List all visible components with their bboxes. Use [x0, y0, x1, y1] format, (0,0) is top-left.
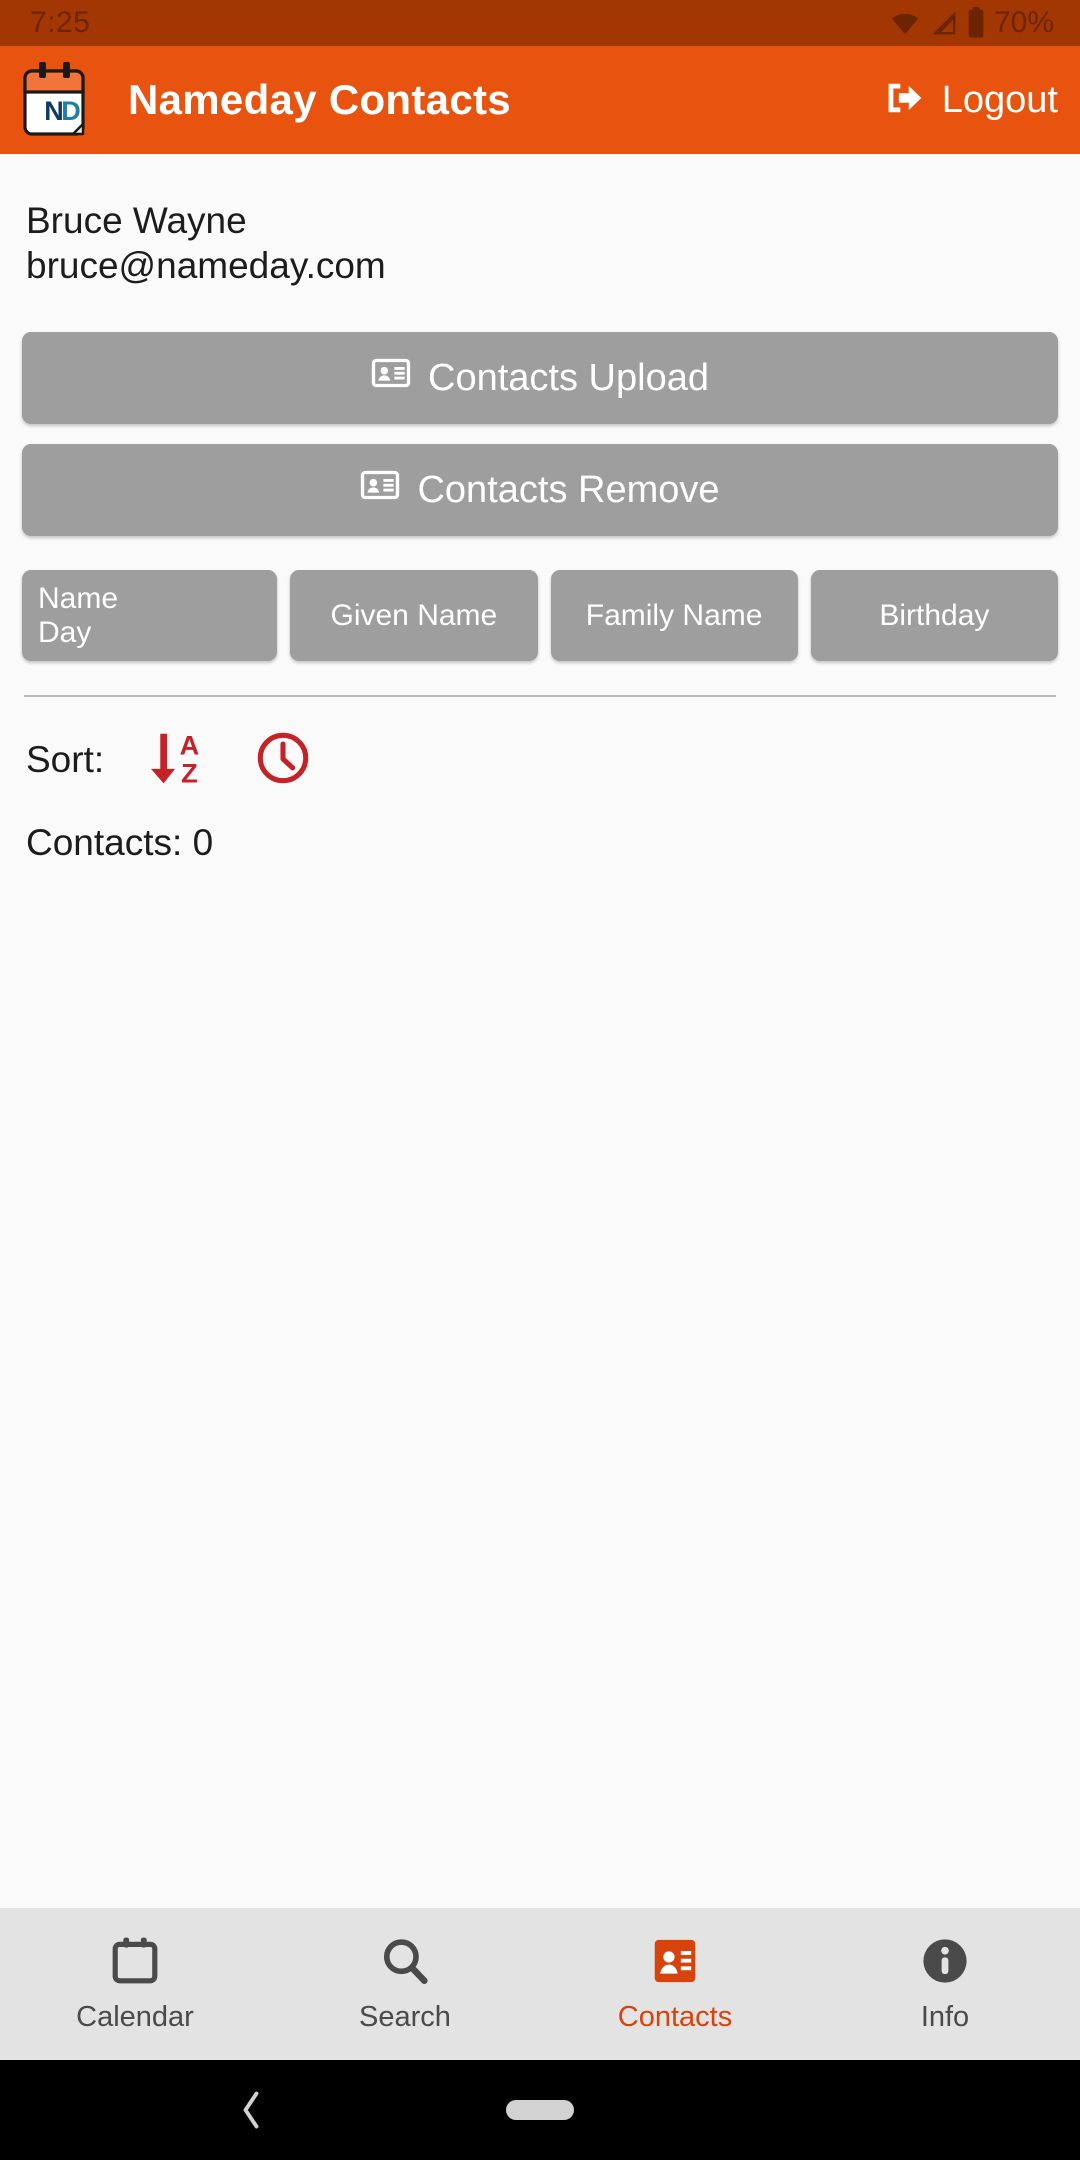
sort-label: Sort:: [26, 738, 105, 780]
sign-out-icon: [882, 76, 926, 125]
nav-label-calendar: Calendar: [76, 2001, 194, 2033]
nav-label-info: Info: [920, 2001, 970, 2033]
sort-row: Sort: A Z: [22, 727, 1058, 792]
calendar-icon: [108, 1934, 162, 1991]
clock-icon: [254, 729, 312, 790]
home-pill-icon[interactable]: [506, 2100, 574, 2120]
tab-birthday[interactable]: Birthday: [810, 570, 1058, 662]
nav-label-search: Search: [359, 2001, 451, 2033]
contact-card-icon: [371, 353, 411, 403]
nav-item-search[interactable]: Search: [270, 1934, 540, 2034]
system-navigation-bar: [0, 2060, 1080, 2160]
contacts-count-label: Contacts: 0: [26, 822, 214, 864]
info-circle-icon: [918, 1934, 972, 1991]
battery-icon: [966, 7, 986, 39]
status-clock: 7:25: [30, 6, 91, 39]
nav-label-contacts: Contacts: [617, 2001, 733, 2033]
sort-alpha-button[interactable]: A Z: [144, 727, 206, 792]
wifi-icon: [888, 8, 922, 38]
status-bar: 7:25 70%: [0, 0, 1080, 46]
status-icon-group: 70%: [888, 6, 1054, 40]
svg-text:A: A: [180, 730, 200, 761]
battery-percent-label: 70%: [993, 6, 1054, 39]
bottom-navigation: Calendar Search Contacts Info: [0, 1908, 1080, 2060]
user-info: Bruce Wayne bruce@nameday.com: [22, 154, 1058, 288]
contacts-upload-button[interactable]: Contacts Upload: [22, 332, 1058, 425]
contacts-card-icon: [648, 1934, 702, 1991]
tab-name-day[interactable]: Name Day: [22, 570, 278, 662]
sort-alpha-down-icon: A Z: [144, 727, 206, 792]
page-title: Nameday Contacts: [128, 76, 511, 123]
user-name: Bruce Wayne: [26, 200, 247, 241]
svg-text:D: D: [61, 96, 81, 126]
contacts-upload-label: Contacts Upload: [428, 356, 709, 399]
main-content: Bruce Wayne bruce@nameday.com Contacts U…: [0, 154, 1080, 1908]
tab-family-name[interactable]: Family Name: [550, 570, 798, 662]
contacts-list-empty-area: [22, 864, 1058, 1908]
app-bar: N D Nameday Contacts Logout: [0, 46, 1080, 154]
contacts-remove-label: Contacts Remove: [417, 468, 720, 511]
section-divider: [24, 695, 1056, 698]
column-tab-row: Name Day Given Name Family Name Birthday: [22, 570, 1058, 662]
nav-item-info[interactable]: Info: [810, 1934, 1080, 2034]
cellular-signal-icon: [929, 8, 959, 38]
logout-button[interactable]: Logout: [882, 76, 1058, 125]
tab-given-name[interactable]: Given Name: [290, 570, 538, 662]
nav-item-calendar[interactable]: Calendar: [0, 1934, 270, 2034]
sort-time-button[interactable]: [254, 729, 312, 790]
contact-card-icon: [360, 465, 400, 515]
user-email: bruce@nameday.com: [26, 245, 386, 287]
app-screen: 7:25 70% N D Nameday Contacts Logout Bru…: [0, 0, 1080, 2160]
back-chevron-icon[interactable]: [236, 2088, 266, 2132]
logout-label: Logout: [941, 78, 1058, 121]
nameday-calendar-logo: N D: [18, 60, 92, 140]
svg-text:Z: Z: [181, 758, 198, 789]
contacts-remove-button[interactable]: Contacts Remove: [22, 444, 1058, 537]
search-icon: [378, 1934, 432, 1991]
nav-item-contacts[interactable]: Contacts: [540, 1934, 810, 2034]
